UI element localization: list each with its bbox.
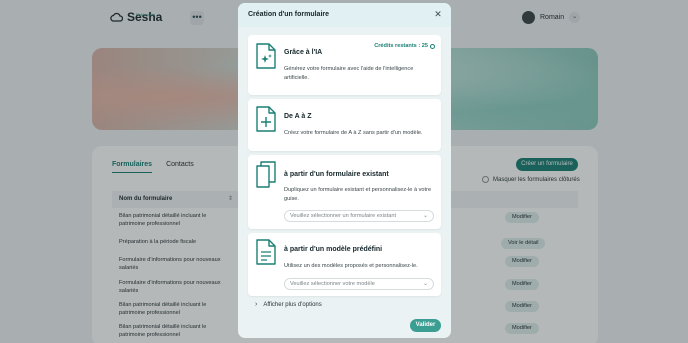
option-title: De A à Z: [284, 113, 312, 120]
option-description: Utilisez un des modèles proposés et pers…: [284, 263, 418, 269]
select-placeholder: Veuillez sélectionner un formulaire exis…: [290, 213, 397, 219]
document-sparkle-icon: [256, 43, 276, 69]
template-select[interactable]: Veuillez sélectionner votre modèle ⌄: [284, 278, 434, 290]
option-scratch[interactable]: De A à Z Créez votre formulaire de A à Z…: [248, 99, 441, 151]
modal-header: Création d'un formulaire ✕: [238, 3, 451, 27]
option-title: à partir d'un formulaire existant: [284, 171, 389, 178]
option-description: Générez votre formulaire avec l'aide de …: [284, 66, 414, 81]
create-form-modal: Création d'un formulaire ✕ Grâce à l'IA …: [238, 3, 451, 338]
option-description: Dupliquez un formulaire existant et pers…: [284, 187, 432, 202]
chevron-down-icon: ⌄: [422, 213, 428, 219]
modal-title: Création d'un formulaire: [248, 11, 330, 18]
chevron-right-icon: ›: [255, 301, 258, 308]
option-duplicate[interactable]: à partir d'un formulaire existant Dupliq…: [248, 155, 441, 229]
option-title: Grâce à l'IA: [284, 49, 323, 56]
documents-copy-icon: [256, 161, 276, 188]
info-icon: [430, 43, 435, 49]
credits-label: Crédits restants : 25: [374, 43, 428, 49]
option-title: à partir d'un modèle prédéfini: [284, 246, 383, 253]
validate-button[interactable]: Valider: [410, 319, 441, 332]
option-ai[interactable]: Grâce à l'IA Crédits restants : 25 Génér…: [248, 35, 441, 95]
close-icon[interactable]: ✕: [433, 9, 443, 19]
show-more-options[interactable]: › Afficher plus d'options: [255, 301, 322, 308]
document-plus-icon: [256, 106, 276, 132]
document-lines-icon: [256, 239, 276, 265]
credits-badge: Crédits restants : 25: [374, 43, 435, 49]
option-template[interactable]: à partir d'un modèle prédéfini Utilisez …: [248, 233, 441, 296]
show-more-label: Afficher plus d'options: [263, 301, 322, 308]
select-placeholder: Veuillez sélectionner votre modèle: [290, 281, 375, 287]
option-description: Créez votre formulaire de A à Z sans par…: [284, 130, 423, 136]
chevron-down-icon: ⌄: [422, 281, 428, 287]
existing-form-select[interactable]: Veuillez sélectionner un formulaire exis…: [284, 210, 434, 222]
